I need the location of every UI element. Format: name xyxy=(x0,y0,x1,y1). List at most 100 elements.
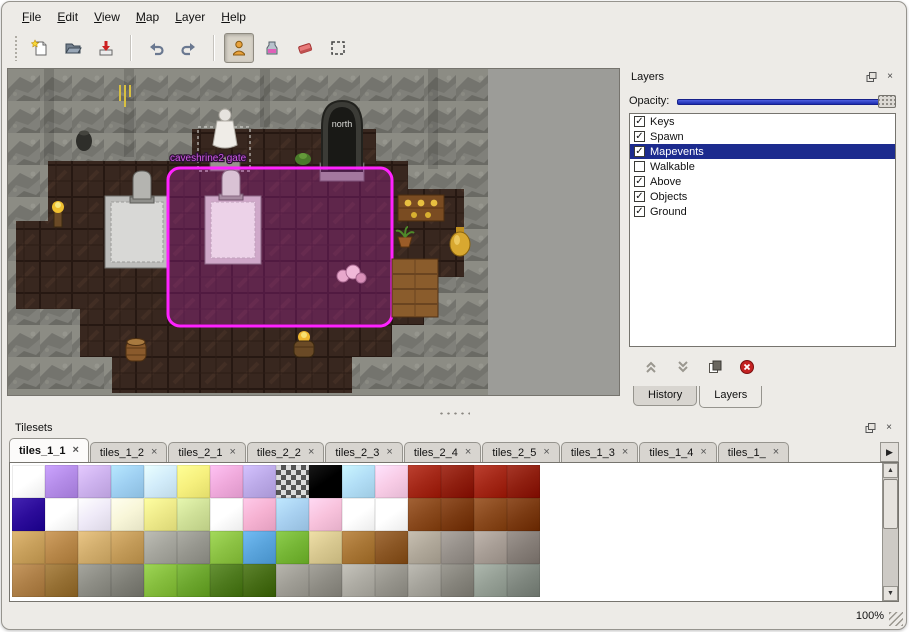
new-file-button[interactable] xyxy=(25,33,55,63)
map-selection-rect[interactable] xyxy=(168,168,392,326)
scrollbar-thumb[interactable] xyxy=(883,479,898,529)
tile-2-7[interactable] xyxy=(243,531,276,564)
tile-3-12[interactable] xyxy=(408,564,441,597)
tile-2-12[interactable] xyxy=(408,531,441,564)
tile-1-1[interactable] xyxy=(45,498,78,531)
tile-3-9[interactable] xyxy=(309,564,342,597)
tombstone-pink[interactable] xyxy=(219,170,243,200)
tombstone-gray[interactable] xyxy=(130,171,154,203)
fill-tool-button[interactable] xyxy=(257,33,287,63)
tab-layers[interactable]: Layers xyxy=(699,386,762,408)
tile-0-8[interactable] xyxy=(276,465,309,498)
tile-0-10[interactable] xyxy=(342,465,375,498)
tab-close-icon[interactable]: × xyxy=(465,447,471,458)
tile-2-5[interactable] xyxy=(177,531,210,564)
tile-0-4[interactable] xyxy=(144,465,177,498)
tile-0-7[interactable] xyxy=(243,465,276,498)
tile-1-12[interactable] xyxy=(408,498,441,531)
tile-2-4[interactable] xyxy=(144,531,177,564)
layer-row-walkable[interactable]: Walkable xyxy=(630,159,895,174)
tile-3-5[interactable] xyxy=(177,564,210,597)
tileset-tab-tiles_2_2[interactable]: tiles_2_2× xyxy=(247,442,324,462)
tile-3-0[interactable] xyxy=(12,564,45,597)
tab-history[interactable]: History xyxy=(633,386,697,406)
tile-3-6[interactable] xyxy=(210,564,243,597)
close-dock-icon[interactable]: × xyxy=(883,70,897,84)
tile-1-14[interactable] xyxy=(474,498,507,531)
tile-2-0[interactable] xyxy=(12,531,45,564)
raise-layer-button[interactable] xyxy=(641,357,661,377)
layer-row-above[interactable]: ✓Above xyxy=(630,174,895,189)
menu-edit[interactable]: Edit xyxy=(49,7,86,27)
tab-close-icon[interactable]: × xyxy=(543,447,549,458)
tab-close-icon[interactable]: × xyxy=(773,447,779,458)
tileset-tab-tiles_1_4[interactable]: tiles_1_4× xyxy=(639,442,716,462)
tileset-tab-tiles_1_2[interactable]: tiles_1_2× xyxy=(90,442,167,462)
tileset-tab-tiles_2_4[interactable]: tiles_2_4× xyxy=(404,442,481,462)
eraser-tool-button[interactable] xyxy=(290,33,320,63)
tile-0-2[interactable] xyxy=(78,465,111,498)
tile-1-10[interactable] xyxy=(342,498,375,531)
tile-3-10[interactable] xyxy=(342,564,375,597)
tile-1-8[interactable] xyxy=(276,498,309,531)
tab-close-icon[interactable]: × xyxy=(151,447,157,458)
tile-0-9[interactable] xyxy=(309,465,342,498)
select-tool-button[interactable] xyxy=(323,33,353,63)
tileset-view[interactable]: ▲ ▼ xyxy=(9,462,899,602)
float-dock-icon[interactable] xyxy=(864,70,878,84)
tab-close-icon[interactable]: × xyxy=(229,447,235,458)
tile-0-3[interactable] xyxy=(111,465,144,498)
pink-platform[interactable] xyxy=(205,196,261,264)
scroll-down-icon[interactable]: ▼ xyxy=(883,586,898,601)
tile-2-1[interactable] xyxy=(45,531,78,564)
tile-1-7[interactable] xyxy=(243,498,276,531)
float-dock-icon[interactable] xyxy=(863,421,877,435)
tile-1-11[interactable] xyxy=(375,498,408,531)
tile-3-1[interactable] xyxy=(45,564,78,597)
tile-3-7[interactable] xyxy=(243,564,276,597)
tileset-tab-tiles_1_3[interactable]: tiles_1_3× xyxy=(561,442,638,462)
map-canvas[interactable]: north caveshrine2 gate xyxy=(7,68,620,396)
tab-close-icon[interactable]: × xyxy=(386,447,392,458)
tile-0-5[interactable] xyxy=(177,465,210,498)
layer-checkbox-walkable[interactable] xyxy=(634,161,645,172)
opacity-slider-handle[interactable] xyxy=(878,95,896,108)
menu-help[interactable]: Help xyxy=(213,7,254,27)
lower-layer-button[interactable] xyxy=(673,357,693,377)
tileset-tab-tiles_1_[interactable]: tiles_1_× xyxy=(718,442,789,462)
tile-1-5[interactable] xyxy=(177,498,210,531)
tile-0-11[interactable] xyxy=(375,465,408,498)
tile-0-12[interactable] xyxy=(408,465,441,498)
close-dock-icon[interactable]: × xyxy=(882,421,896,435)
open-button[interactable] xyxy=(58,33,88,63)
tile-3-8[interactable] xyxy=(276,564,309,597)
layer-row-spawn[interactable]: ✓Spawn xyxy=(630,129,895,144)
tile-3-13[interactable] xyxy=(441,564,474,597)
tile-2-14[interactable] xyxy=(474,531,507,564)
tile-1-4[interactable] xyxy=(144,498,177,531)
tile-3-2[interactable] xyxy=(78,564,111,597)
tab-close-icon[interactable]: × xyxy=(308,447,314,458)
tile-3-3[interactable] xyxy=(111,564,144,597)
shelf[interactable] xyxy=(398,195,444,221)
tile-3-14[interactable] xyxy=(474,564,507,597)
tile-0-1[interactable] xyxy=(45,465,78,498)
menu-layer[interactable]: Layer xyxy=(167,7,213,27)
menu-file[interactable]: File xyxy=(14,7,49,27)
layer-checkbox-spawn[interactable]: ✓ xyxy=(634,131,645,142)
save-button[interactable] xyxy=(91,33,121,63)
tile-2-3[interactable] xyxy=(111,531,144,564)
layer-checkbox-objects[interactable]: ✓ xyxy=(634,191,645,202)
undo-button[interactable] xyxy=(141,33,171,63)
tile-1-13[interactable] xyxy=(441,498,474,531)
tileset-vertical-scrollbar[interactable]: ▲ ▼ xyxy=(882,463,898,601)
tile-3-11[interactable] xyxy=(375,564,408,597)
tile-2-10[interactable] xyxy=(342,531,375,564)
opacity-slider[interactable] xyxy=(677,94,896,109)
tileset-tab-tiles_2_1[interactable]: tiles_2_1× xyxy=(168,442,245,462)
crates[interactable] xyxy=(392,259,438,317)
tile-0-0[interactable] xyxy=(12,465,45,498)
duplicate-layer-button[interactable] xyxy=(705,357,725,377)
tileset-tab-tiles_2_3[interactable]: tiles_2_3× xyxy=(325,442,402,462)
layer-checkbox-above[interactable]: ✓ xyxy=(634,176,645,187)
